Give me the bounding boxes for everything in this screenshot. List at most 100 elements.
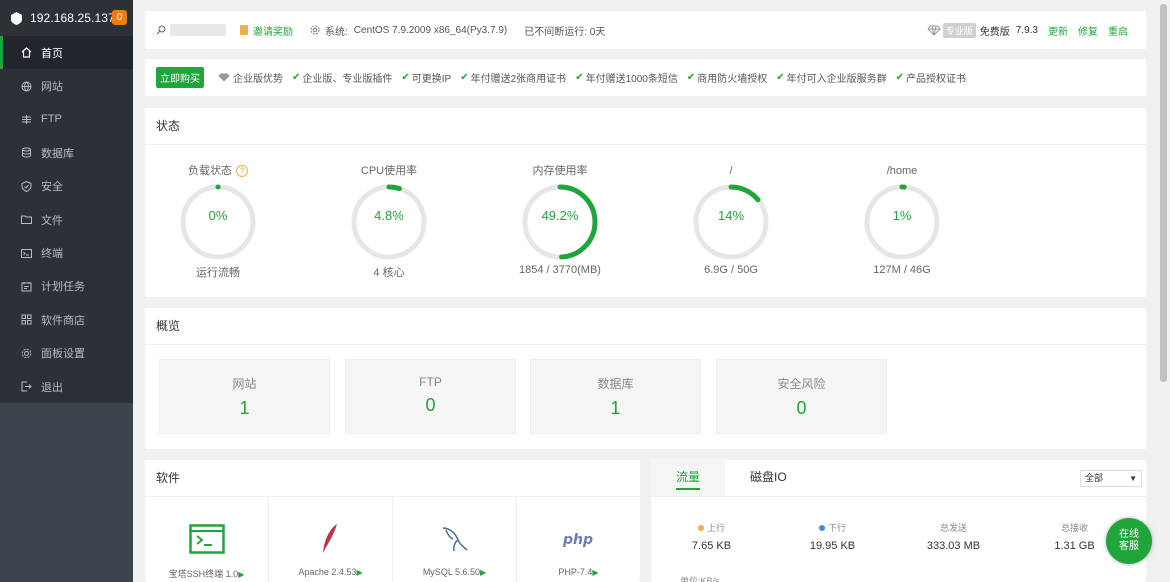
update-link[interactable]: 更新: [1048, 23, 1068, 38]
sidebar-item-settings[interactable]: 面板设置: [0, 337, 133, 370]
feature-label: 年付赠送2张商用证书: [470, 74, 567, 85]
invite-label: 邀请奖励: [253, 26, 293, 38]
sidebar-item-cron[interactable]: 计划任务: [0, 270, 133, 303]
online-line1: 在线: [1119, 529, 1139, 540]
feature-item: ✔ 可更换IP: [401, 70, 451, 85]
system-info: 系统: CentOS 7.9.2009 x86_64(Py3.7.9): [310, 23, 507, 38]
sidebar-item-label: 退出: [41, 381, 63, 394]
sidebar-item-terminal[interactable]: 终端: [0, 236, 133, 269]
calendar-icon: [21, 281, 32, 292]
sidebar-item-label: 首页: [41, 47, 63, 60]
page-scrollbar[interactable]: [1157, 0, 1170, 582]
feature-label: 产品授权证书: [906, 74, 966, 85]
scrollbar-thumb[interactable]: [1160, 4, 1167, 382]
gauge-title: /home: [886, 165, 918, 177]
stat-value: 7.65 KB: [691, 540, 732, 552]
feature-label: 年付赠送1000条短信: [585, 74, 678, 85]
stat-label: 总发送: [939, 523, 967, 533]
advantage-label: 企业版优势: [233, 74, 283, 85]
gauge-cpu[interactable]: CPU使用率 4.8% 4 核心: [329, 164, 449, 280]
overview-title: 概览: [145, 308, 1146, 345]
help-icon[interactable]: ?: [236, 165, 248, 177]
restart-link[interactable]: 重启: [1108, 23, 1128, 38]
play-icon: ▶: [592, 568, 599, 577]
overview-security-risk[interactable]: 安全风险 0: [716, 359, 887, 434]
overview-count: 1: [610, 398, 621, 418]
software-name-wrap: Apache 2.4.53▶: [269, 567, 392, 577]
repair-link[interactable]: 修复: [1078, 23, 1098, 38]
stat-label-wrap: 上行: [651, 521, 772, 534]
diamond-icon: [218, 73, 230, 82]
gauge-title: /: [729, 165, 733, 177]
tab-disk-io[interactable]: 磁盘IO: [725, 459, 812, 496]
gauge-load[interactable]: 负载状态? 0% 运行流畅: [158, 164, 278, 280]
status-card: 状态 负载状态? 0% 运行流畅 CPU使用率 4.8% 4 核心 内存使用率 …: [145, 108, 1146, 297]
feature-label: 可更换IP: [411, 74, 452, 85]
sidebar-item-files[interactable]: 文件: [0, 203, 133, 236]
sidebar-item-security[interactable]: 安全: [0, 170, 133, 203]
version-area: 专业版 免费版 7.9.3 更新 修复 重启: [927, 22, 1128, 38]
gauge-disk-root[interactable]: / 14% 6.9G / 50G: [671, 164, 791, 276]
software-title: 软件: [145, 460, 640, 497]
play-icon: ▶: [356, 568, 363, 577]
gear-icon: [21, 348, 32, 359]
software-name: Apache 2.4.53: [298, 567, 357, 577]
system-value: CentOS 7.9.2009 x86_64(Py3.7.9): [353, 24, 508, 36]
gauge-disk-home[interactable]: /home 1% 127M / 46G: [842, 164, 962, 276]
network-select[interactable]: 全部 ▼: [1080, 470, 1142, 487]
sidebar-item-logout[interactable]: 退出: [0, 370, 133, 403]
buy-now-button[interactable]: 立即购买: [156, 67, 204, 88]
sidebar-item-ftp[interactable]: FTP: [0, 103, 133, 136]
gift-icon: [240, 25, 248, 35]
sidebar-item-store[interactable]: 软件商店: [0, 303, 133, 336]
download-dot-icon: [818, 524, 825, 531]
online-line2: 客服: [1119, 541, 1139, 552]
tab-traffic[interactable]: 流量: [651, 459, 726, 496]
sidebar-item-label: 网站: [41, 81, 63, 94]
stat-label: 上行: [706, 523, 725, 533]
sidebar-item-website[interactable]: 网站: [0, 69, 133, 102]
sidebar-item-database[interactable]: 数据库: [0, 136, 133, 169]
stat-label: 下行: [827, 523, 846, 533]
gauge-value: 14%: [717, 208, 745, 223]
search-input[interactable]: [170, 24, 226, 36]
software-name-wrap: MySQL 5.6.50▶: [393, 567, 516, 577]
check-icon: ✔: [895, 72, 904, 83]
sidebar-item-label: 安全: [41, 181, 63, 194]
software-item[interactable]: php PHP-7.4▶: [517, 497, 640, 582]
software-item[interactable]: 宝塔SSH终端 1.0▶: [145, 497, 269, 582]
message-badge[interactable]: 0: [112, 10, 127, 25]
gauges: 负载状态? 0% 运行流畅 CPU使用率 4.8% 4 核心 内存使用率 49.…: [145, 145, 1146, 297]
search-icon: [156, 25, 166, 35]
logout-icon: [21, 381, 32, 392]
gauge-memory[interactable]: 内存使用率 49.2% 1854 / 3770(MB): [500, 164, 620, 276]
software-name-wrap: 宝塔SSH终端 1.0▶: [145, 567, 268, 580]
overview-ftp[interactable]: FTP 0: [345, 359, 516, 434]
server-header: 192.168.25.137 0: [0, 0, 133, 36]
overview-website[interactable]: 网站 1: [159, 359, 330, 434]
overview-database[interactable]: 数据库 1: [530, 359, 701, 434]
php-icon: php: [517, 519, 640, 559]
feature-label: 年付可入企业版服务群: [786, 74, 887, 85]
invite-reward-link[interactable]: 邀请奖励: [240, 23, 293, 38]
software-item[interactable]: Apache 2.4.53▶: [269, 497, 393, 582]
sidebar-item-home[interactable]: 首页: [0, 36, 133, 70]
pro-edition-tag[interactable]: 专业版: [942, 22, 976, 38]
gear-icon: [310, 25, 320, 35]
traffic-unit: 单位:KB/s: [680, 576, 720, 582]
search[interactable]: [156, 24, 226, 36]
feature-label: 商用防火墙授权: [697, 74, 768, 85]
sidebar-item-label: 计划任务: [41, 281, 85, 294]
feature-item: ✔ 年付可入企业版服务群: [776, 70, 886, 85]
overview-count: 0: [796, 398, 807, 418]
overview-label: 安全风险: [777, 377, 826, 391]
stat-value: 333.03 MB: [926, 540, 981, 552]
online-support-button[interactable]: 在线 客服: [1106, 518, 1152, 564]
tab-label: 流量: [676, 470, 701, 490]
gauge-value: 1%: [892, 208, 912, 223]
software-item[interactable]: MySQL 5.6.50▶: [393, 497, 517, 582]
gauge-title-wrap: 负载状态?: [158, 164, 278, 178]
gauge-title: CPU使用率: [360, 165, 418, 177]
software-grid: 宝塔SSH终端 1.0▶ Apache 2.4.53▶ MySQL 5.6.50…: [145, 497, 640, 582]
mysql-dolphin-icon: [393, 519, 516, 559]
